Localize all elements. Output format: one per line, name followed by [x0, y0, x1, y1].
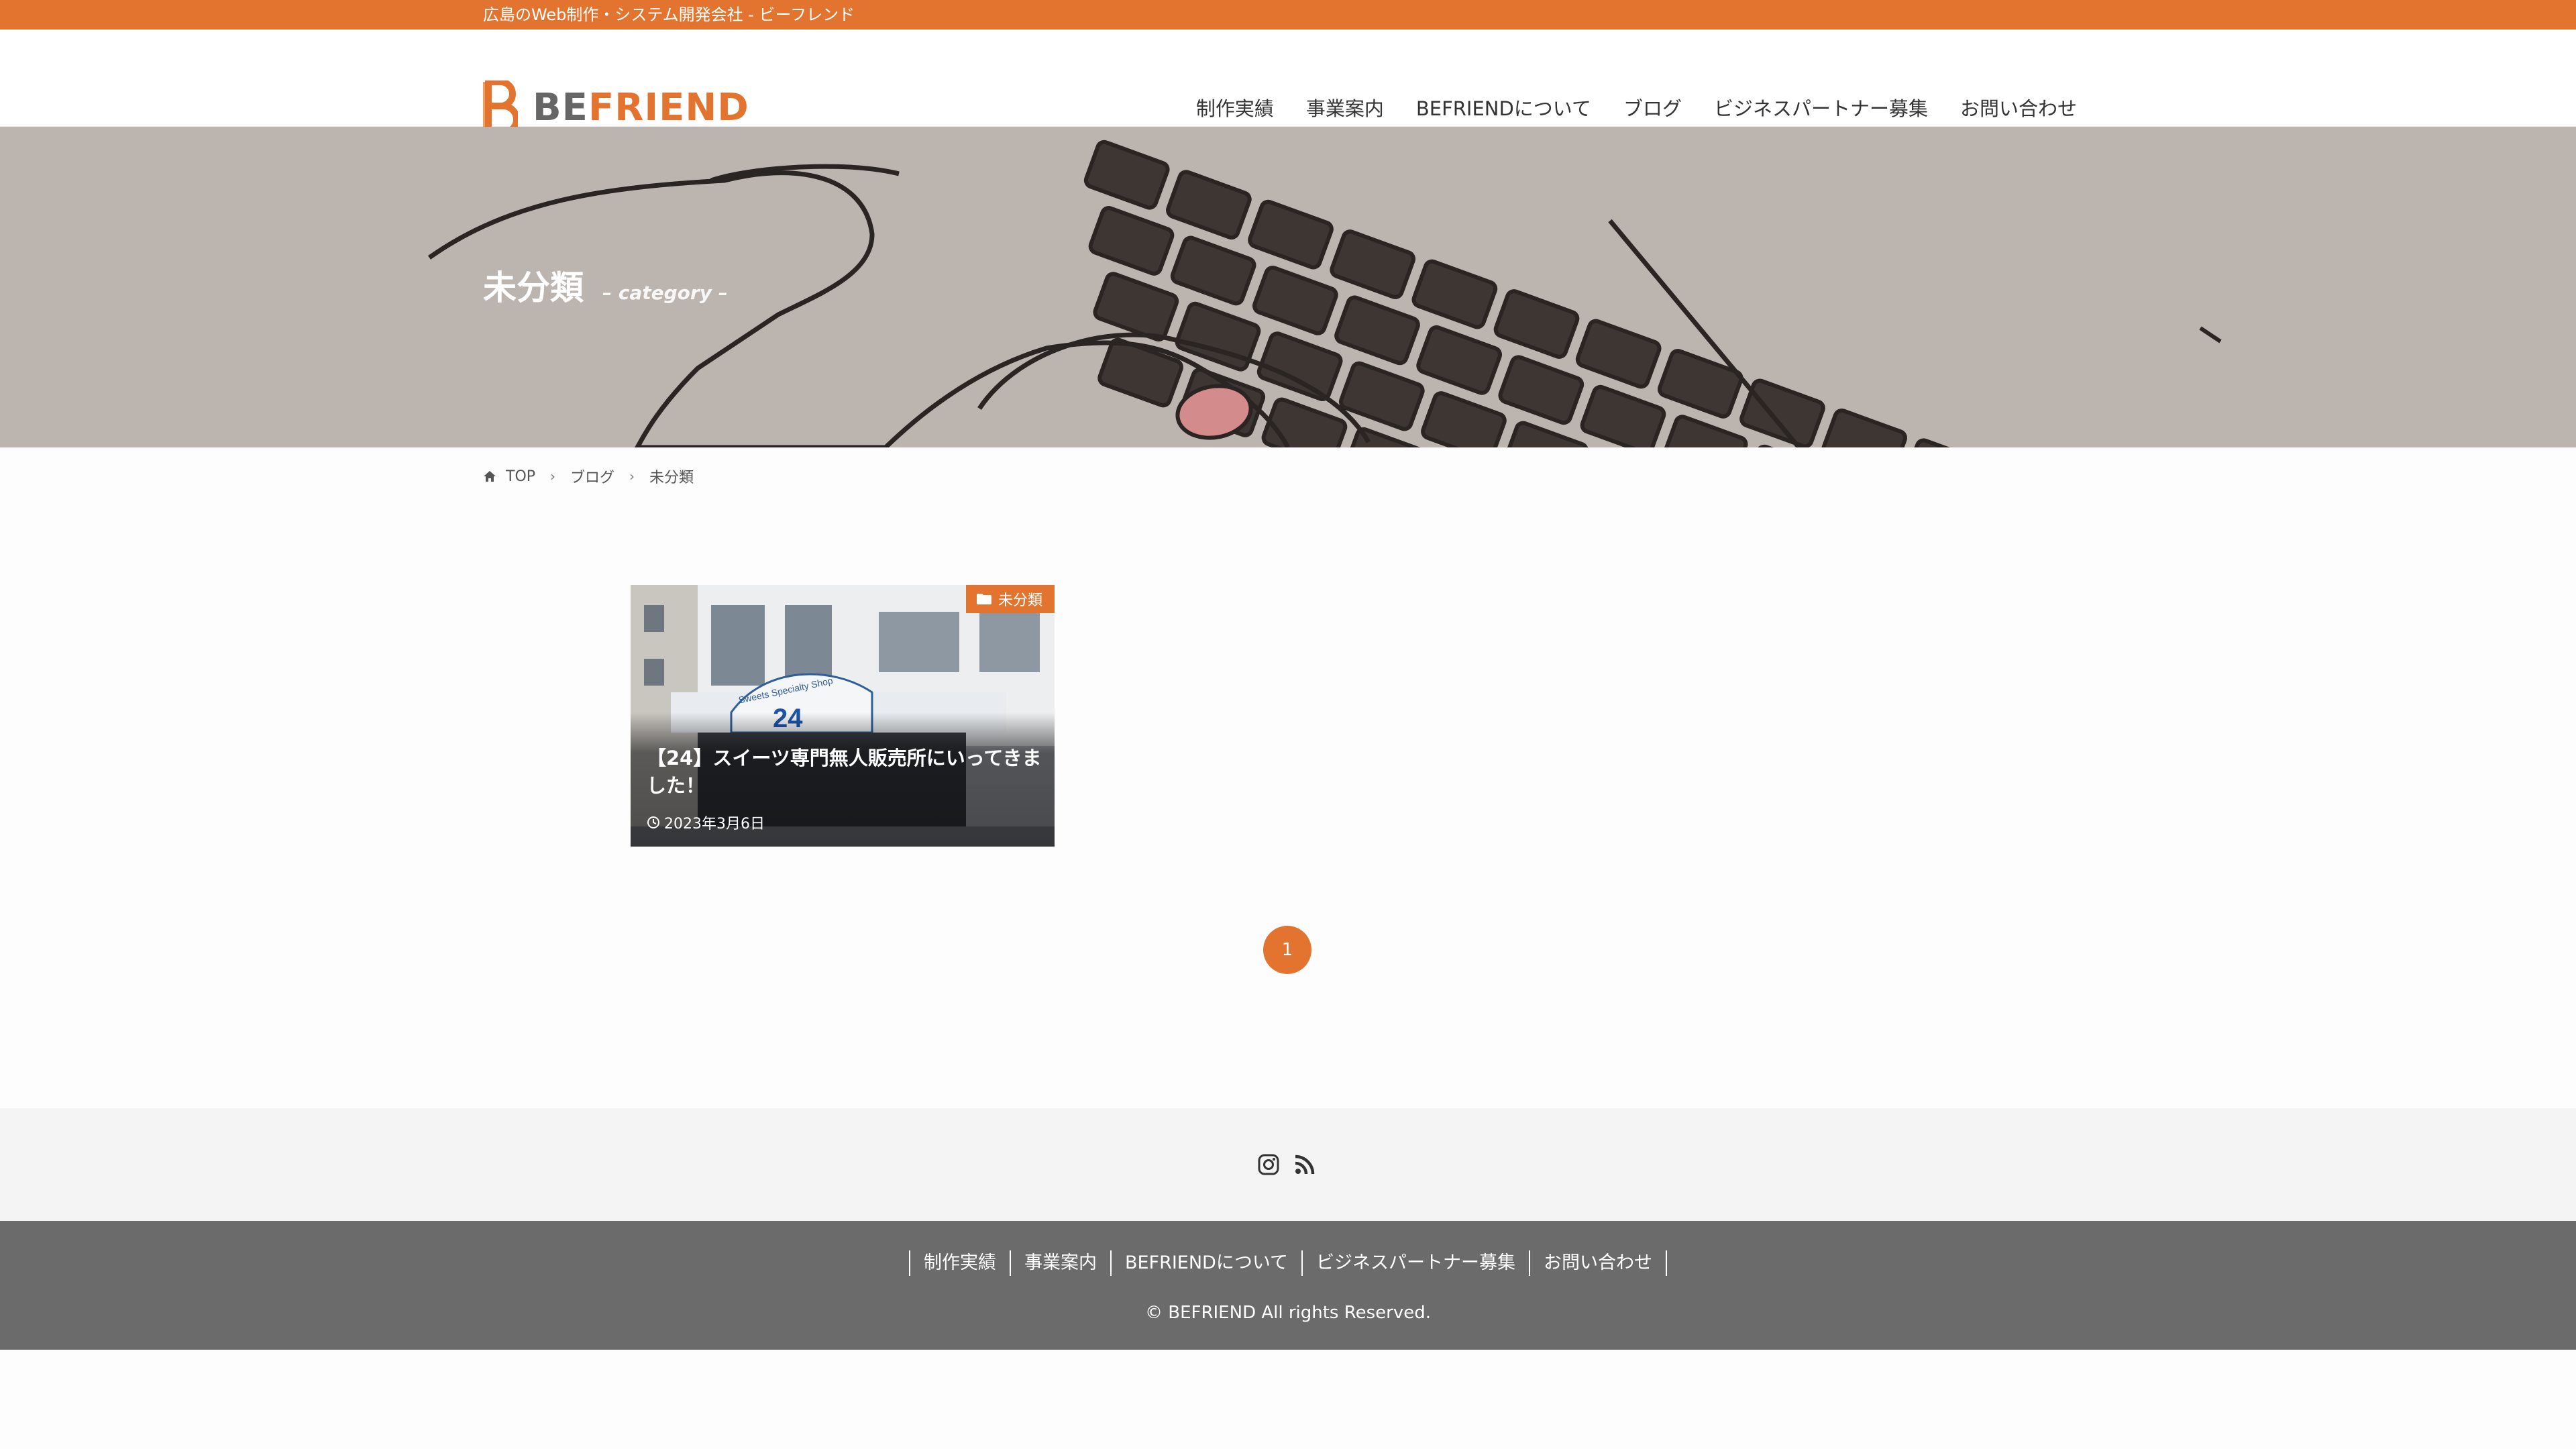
footer-nav-works[interactable]: 制作実績	[908, 1250, 1010, 1276]
category-title: 未分類 – category –	[483, 261, 728, 309]
category-subtitle: – category –	[602, 282, 728, 304]
site-footer: 制作実績 事業案内 BEFRIENDについて ビジネスパートナー募集 お問い合わ…	[0, 1221, 2576, 1350]
copyright: © BEFRIEND All rights Reserved.	[1144, 1303, 1432, 1323]
chevron-right-icon: ›	[550, 468, 556, 484]
social-icons	[1257, 1108, 1316, 1221]
footer-nav-contact[interactable]: お問い合わせ	[1529, 1250, 1668, 1276]
footer-nav-partner[interactable]: ビジネスパートナー募集	[1301, 1250, 1529, 1276]
nav-blog[interactable]: ブログ	[1623, 93, 1682, 121]
logo-wordmark: BEFRIEND	[533, 86, 749, 129]
category-badge-label: 未分類	[998, 592, 1042, 609]
nav-contact[interactable]: お問い合わせ	[1960, 93, 2077, 121]
footer-social-bar	[0, 1108, 2576, 1221]
footer-nav-services[interactable]: 事業案内	[1009, 1250, 1110, 1276]
keyboard-illustration	[427, 140, 2222, 447]
logo-text-friend: FRIEND	[588, 85, 749, 129]
pagination-current-page[interactable]: 1	[1263, 926, 1311, 974]
site-logo[interactable]: BEFRIEND	[483, 80, 749, 134]
chevron-right-icon: ›	[629, 468, 635, 484]
category-badge[interactable]: 未分類	[965, 585, 1055, 613]
clock-icon	[647, 816, 659, 828]
nav-works[interactable]: 制作実績	[1196, 93, 1274, 121]
site-header: BEFRIEND 制作実績 事業案内 BEFRIENDについて ブログ ビジネス…	[0, 30, 2576, 134]
post-card[interactable]: Sweets Specialty Shop 24 未分類 【24】スイーツ専門無…	[631, 585, 1055, 847]
breadcrumb-current: 未分類	[649, 470, 694, 486]
footer-nav-about[interactable]: BEFRIENDについて	[1110, 1250, 1301, 1276]
instagram-icon[interactable]	[1257, 1153, 1280, 1176]
breadcrumb: TOP › ブログ › 未分類	[483, 464, 694, 488]
breadcrumb-blog[interactable]: ブログ	[570, 466, 614, 487]
category-name: 未分類	[483, 268, 584, 307]
befriend-logo-icon	[483, 80, 518, 134]
post-title[interactable]: 【24】スイーツ専門無人販売所にいってきました！	[647, 745, 1042, 800]
top-bar: 広島のWeb制作・システム開発会社 - ビーフレンド	[0, 0, 2576, 30]
nav-services[interactable]: 事業案内	[1306, 93, 1384, 121]
nav-about[interactable]: BEFRIENDについて	[1416, 93, 1591, 121]
footer-nav: 制作実績 事業案内 BEFRIENDについて ビジネスパートナー募集 お問い合わ…	[0, 1250, 2576, 1276]
rss-icon[interactable]	[1293, 1153, 1316, 1176]
home-icon	[484, 471, 496, 482]
post-date-text: 2023年3月6日	[664, 816, 765, 833]
category-hero: 未分類 – category –	[0, 127, 2576, 447]
folder-icon	[976, 594, 991, 604]
breadcrumb-home[interactable]: TOP	[506, 468, 535, 485]
nav-partner[interactable]: ビジネスパートナー募集	[1714, 93, 1928, 121]
post-date: 2023年3月6日	[647, 812, 765, 833]
logo-text-be: BE	[533, 85, 588, 129]
site-tagline: 広島のWeb制作・システム開発会社 - ビーフレンド	[483, 5, 855, 24]
